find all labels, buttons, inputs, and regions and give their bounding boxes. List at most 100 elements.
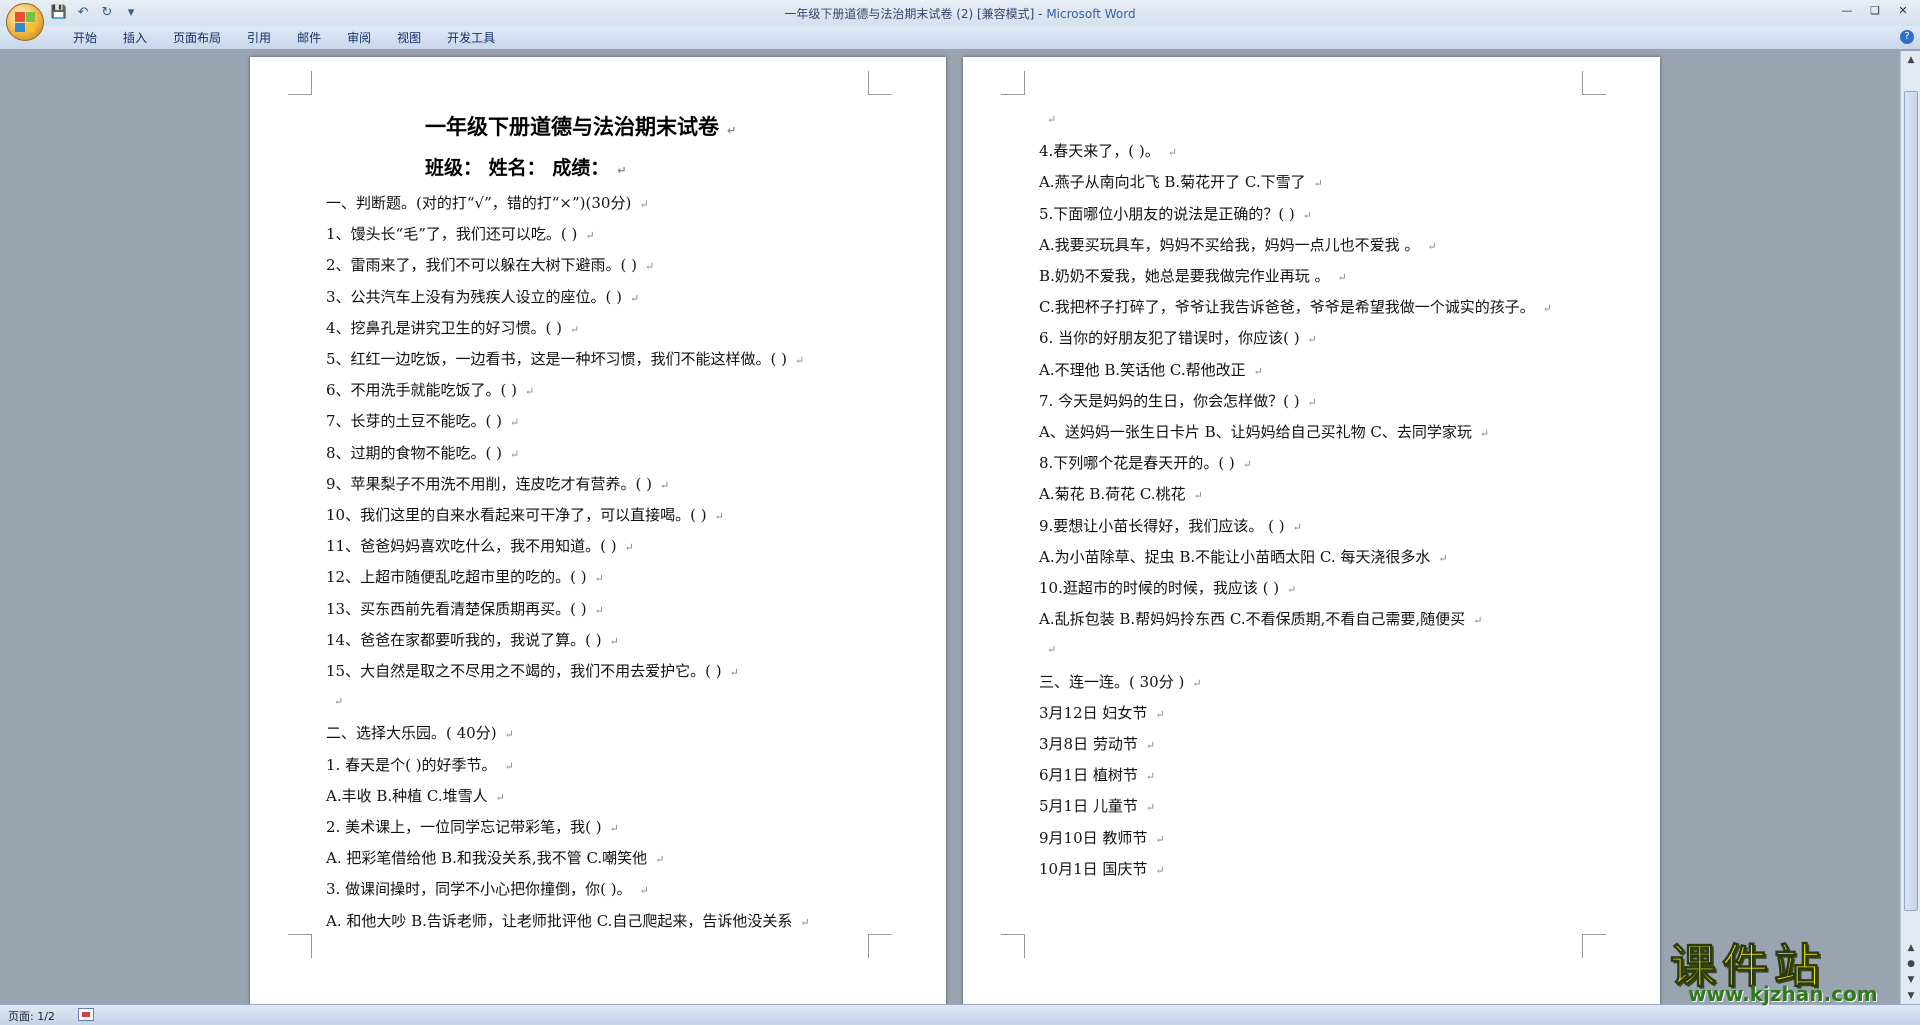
ribbon-tab[interactable]: 开发工具 — [434, 30, 508, 46]
margin-corner-mark — [288, 934, 312, 958]
help-icon[interactable]: ? — [1900, 30, 1914, 44]
document-line-text: A.燕子从南向北飞 B.菊花开了 C.下雪了 — [1039, 173, 1306, 192]
ribbon-tab[interactable]: 开始 — [60, 30, 110, 46]
document-line-text: 12、上超市随便乱吃超市里的吃的。( ) — [326, 568, 587, 587]
paragraph-mark: ↵ — [510, 416, 520, 430]
document-line-text: 二、选择大乐园。( 40分) — [326, 724, 497, 743]
office-logo-icon — [15, 12, 35, 32]
document-line-text: 9.要想让小苗长得好，我们应该。 ( ) — [1039, 516, 1285, 535]
document-line-text: C.我把杯子打碎了，爷爷让我告诉爸爸，爷爷是希望我做一个诚实的孩子。 — [1039, 298, 1535, 317]
paragraph-mark: ↵ — [795, 354, 805, 367]
paragraph-mark: ↵ — [800, 915, 810, 929]
document-line: 10、我们这里的自来水看起来可干净了，可以直接喝。( ) ↵ — [326, 504, 724, 525]
document-line-text: 9月10日 教师节 — [1039, 828, 1148, 847]
paragraph-mark: ↵ — [1145, 739, 1156, 752]
status-page-count[interactable]: 页面: 1/2 — [8, 1008, 55, 1024]
document-line: 12、上超市随便乱吃超市里的吃的。( ) ↵ — [326, 566, 604, 587]
document-line: 9.要想让小苗长得好，我们应该。 ( ) ↵ — [1039, 515, 1302, 536]
document-line: 2. 美术课上，一位同学忘记带彩笔，我( ) ↵ — [326, 816, 619, 837]
paragraph-mark: ↵ — [1313, 177, 1323, 191]
paragraph-mark: ↵ — [1047, 113, 1057, 126]
document-line-text: 4.春天来了，( )。 — [1039, 142, 1160, 161]
document-line: A. 和他大吵 B.告诉老师，让老师批评他 C.自己爬起来，告诉他没关系 ↵ — [326, 910, 810, 931]
document-line-text: 13、买东西前先看清楚保质期再买。( ) — [326, 599, 587, 618]
window-title-app: Microsoft Word — [1046, 7, 1136, 21]
document-line-text: A.我要买玩具车，妈妈不买给我，妈妈一点儿也不爱我 。 — [1039, 235, 1420, 254]
paragraph-mark: ↵ — [1337, 271, 1347, 284]
vertical-scrollbar[interactable]: ▲ ▲ ● ▼ ▼ — [1900, 51, 1920, 1004]
paragraph-mark: ↵ — [1047, 643, 1057, 657]
paragraph-mark: ↵ — [714, 510, 724, 523]
document-line-text: 15、大自然是取之不尽用之不竭的，我们不用去爱护它。( ) — [326, 662, 722, 680]
paragraph-mark: ↵ — [1193, 489, 1203, 503]
window-title: 一年级下册道德与法治期末试卷 (2) [兼容模式] - Microsoft Wo… — [0, 5, 1920, 22]
document-line-text: A. 和他大吵 B.告诉老师，让老师批评他 C.自己爬起来，告诉他没关系 — [326, 911, 793, 930]
proofing-icon[interactable] — [78, 1008, 94, 1021]
document-line: 1、馒头长“毛”了，我们还可以吃。( ) ↵ — [326, 223, 595, 244]
paragraph-mark: ↵ — [729, 666, 739, 679]
office-button[interactable] — [6, 3, 44, 41]
document-line: 7. 今天是妈妈的生日，你会怎样做？( ) ↵ — [1039, 390, 1317, 411]
ribbon-tab[interactable]: 引用 — [234, 30, 284, 46]
scroll-up-icon[interactable]: ▲ — [1903, 53, 1919, 67]
document-line-text: 7、长芽的土豆不能吃。( ) — [326, 412, 503, 431]
document-line-text: 3月12日 妇女节 — [1039, 703, 1148, 722]
document-line-text: 2、雷雨来了，我们不可以躲在大树下避雨。( ) — [326, 256, 638, 275]
document-line-text: 14、爸爸在家都要听我的，我说了算。( ) — [326, 630, 602, 649]
status-bar: 页面: 1/2 — [0, 1004, 1920, 1025]
paragraph-mark: ↵ — [525, 385, 535, 399]
document-line-text: 9、苹果梨子不用洗不用削，连皮吃才有营养。( ) — [326, 474, 653, 493]
ribbon: 开始 插入 页面布局 引用 邮件 审阅 视图 开发工具 ? — [0, 26, 1920, 50]
paragraph-mark: ↵ — [1167, 146, 1178, 160]
document-subtitle: 班级： 姓名： 成绩： ↵ — [425, 157, 627, 179]
document-line-text: 6、不用洗手就能吃饭了。( ) — [326, 381, 518, 400]
paragraph-mark: ↵ — [639, 198, 649, 211]
paragraph-mark: ↵ — [504, 759, 514, 773]
ribbon-tab[interactable]: 页面布局 — [160, 30, 234, 46]
minimize-button[interactable]: — — [1834, 2, 1860, 20]
document-line: C.我把杯子打碎了，爷爷让我告诉爸爸，爷爷是希望我做一个诚实的孩子。 ↵ — [1039, 296, 1552, 317]
document-line: A.为小苗除草、捉虫 B.不能让小苗晒太阳 C. 每天浇很多水 ↵ — [1039, 546, 1448, 567]
document-line: ↵ — [1039, 109, 1056, 127]
paragraph-mark: ↵ — [1145, 801, 1156, 815]
document-line: 二、选择大乐园。( 40分) ↵ — [326, 722, 514, 743]
document-line-text: 3、公共汽车上没有为残疾人设立的座位。( ) — [326, 287, 623, 306]
document-line: 3、公共汽车上没有为残疾人设立的座位。( ) ↵ — [326, 286, 639, 307]
paragraph-mark: ↵ — [585, 229, 595, 243]
document-line: 5月1日 儿童节 ↵ — [1039, 795, 1155, 816]
restore-button[interactable]: ❑ — [1862, 2, 1888, 20]
margin-corner-mark — [868, 71, 892, 95]
ribbon-tab[interactable]: 审阅 — [334, 30, 384, 46]
page-2[interactable]: ↵ 4.春天来了，( )。 ↵ A.燕子从南向北飞 B.菊花开了 C.下雪了 ↵ 5.下面… — [963, 57, 1660, 1004]
scrollbar-thumb[interactable] — [1904, 91, 1918, 911]
document-line: 15、大自然是取之不尽用之不竭的，我们不用去爱护它。( ) ↵ — [326, 660, 739, 681]
ribbon-tab[interactable]: 插入 — [110, 30, 160, 46]
document-line: 3月8日 劳动节 ↵ — [1039, 733, 1155, 754]
document-line: 9、苹果梨子不用洗不用削，连皮吃才有营养。( ) ↵ — [326, 473, 669, 494]
document-line: 11、爸爸妈妈喜欢吃什么，我不用知道。( ) ↵ — [326, 535, 634, 556]
paragraph-mark: ↵ — [1155, 832, 1165, 846]
document-line: A、送妈妈一张生日卡片 B、让妈妈给自己买礼物 C、去同学家玩 ↵ — [1039, 421, 1489, 442]
document-line-text: 1. 春天是个( )的好季节。 — [326, 755, 497, 774]
ribbon-tab[interactable]: 视图 — [384, 30, 434, 46]
paragraph-mark: ↵ — [1542, 302, 1552, 316]
paragraph-mark: ↵ — [510, 447, 520, 461]
document-line-text: 10月1日 国庆节 — [1039, 859, 1148, 878]
document-line: 一、判断题。(对的打“√”，错的打“×”)(30分) ↵ — [326, 192, 649, 213]
document-line: 9月10日 教师节 ↵ — [1039, 827, 1165, 848]
page-1[interactable]: 一年级下册道德与法治期末试卷 ↵ 班级： 姓名： 成绩： ↵ 一、判断题。(对的打“… — [250, 57, 946, 1004]
document-line: A.不理他 B.笑话他 C.帮他改正 ↵ — [1039, 359, 1263, 380]
document-line-text: 3. 做课间操时，同学不小心把你撞倒，你( )。 — [326, 880, 632, 899]
ribbon-tab[interactable]: 邮件 — [284, 30, 334, 46]
close-button[interactable]: ✕ — [1890, 2, 1916, 20]
document-line-text: 4、挖鼻孔是讲究卫生的好习惯。( ) — [326, 318, 563, 337]
paragraph-mark: ↵ — [1292, 520, 1302, 534]
paragraph-mark: ↵ — [1253, 364, 1263, 378]
paragraph-mark: ↵ — [1155, 707, 1165, 721]
paragraph-mark: ↵ — [655, 853, 665, 867]
paragraph-mark: ↵ — [1427, 239, 1437, 253]
window-controls: — ❑ ✕ — [1834, 2, 1916, 20]
title-bar: 💾 ↶ ↻ ▾ 一年级下册道德与法治期末试卷 (2) [兼容模式] - Micr… — [0, 0, 1920, 26]
document-line-text: 2. 美术课上，一位同学忘记带彩笔，我( ) — [326, 818, 602, 836]
paragraph-mark: ↵ — [594, 603, 604, 617]
